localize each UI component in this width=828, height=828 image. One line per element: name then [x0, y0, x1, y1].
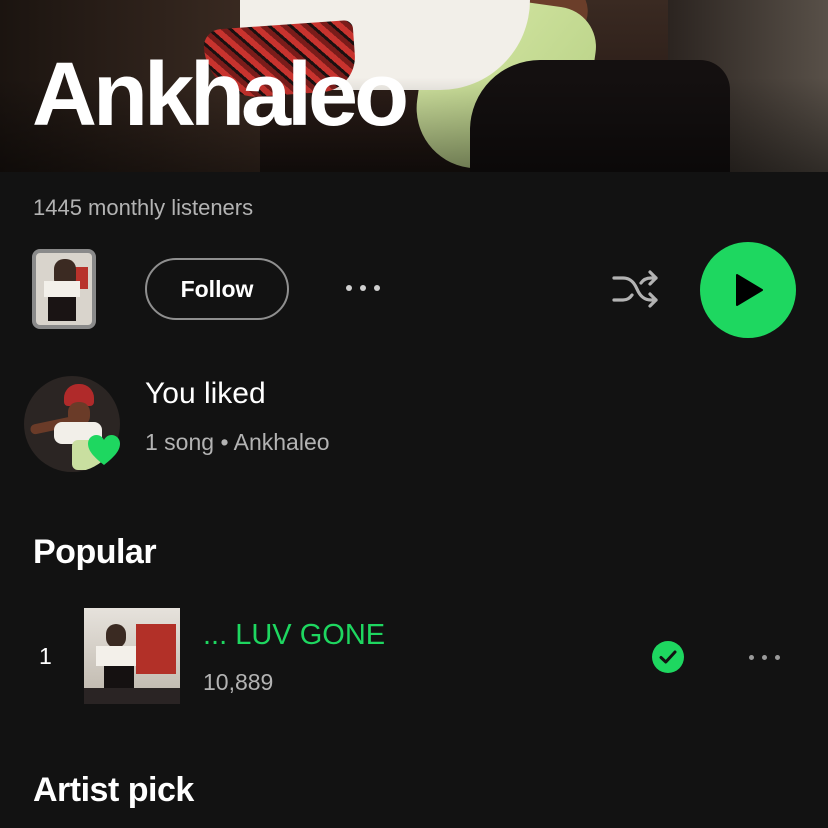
- artist-pick-section-title: Artist pick: [33, 771, 194, 809]
- saved-button[interactable]: [652, 641, 684, 673]
- shuffle-icon: [612, 270, 658, 308]
- artist-name: Ankhaleo: [32, 45, 409, 145]
- track-more-options-button[interactable]: [740, 642, 788, 672]
- artist-page: Ankhaleo 1445 monthly listeners Follow Y…: [0, 0, 828, 828]
- monthly-listeners: 1445 monthly listeners: [33, 195, 254, 220]
- liked-songs-subtitle: 1 song • Ankhaleo: [145, 429, 330, 455]
- shuffle-button[interactable]: [610, 266, 662, 312]
- track-cover-art: [84, 608, 180, 704]
- heart-icon: [86, 432, 122, 468]
- play-button[interactable]: [700, 242, 796, 338]
- play-icon: [736, 274, 763, 306]
- artist-hero-banner: Ankhaleo: [0, 0, 828, 172]
- track-title: ... LUV GONE: [203, 619, 386, 651]
- more-options-button[interactable]: [338, 273, 388, 303]
- track-play-count: 10,889: [203, 669, 274, 695]
- more-horizontal-icon: [346, 285, 352, 291]
- check-circle-icon: [659, 650, 677, 664]
- follow-button[interactable]: Follow: [145, 258, 289, 320]
- popular-section-title: Popular: [33, 533, 157, 571]
- artist-cover-thumbnail[interactable]: [32, 249, 96, 329]
- track-rank: 1: [39, 643, 52, 669]
- liked-songs-title[interactable]: You liked: [145, 377, 266, 411]
- more-horizontal-icon: [748, 654, 754, 660]
